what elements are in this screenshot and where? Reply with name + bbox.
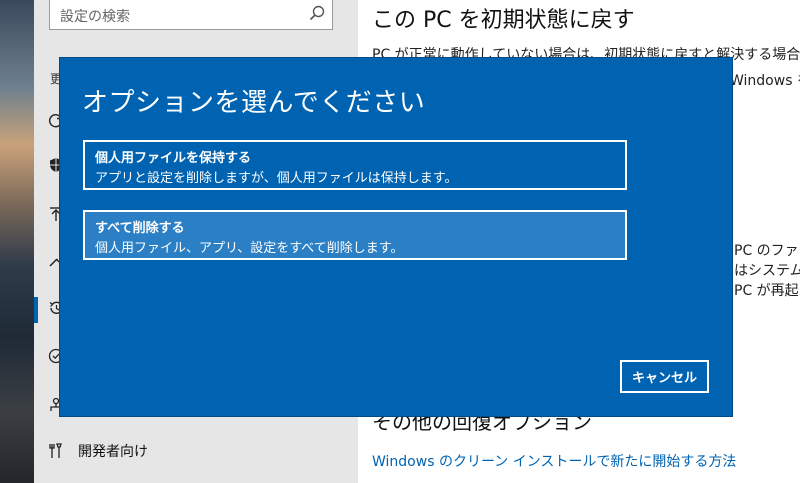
keep-files-option[interactable]: 個人用ファイルを保持する アプリと設定を削除しますが、個人用ファイルは保持します… [83,140,627,190]
search-box[interactable]: 設定の検索 [49,0,333,30]
page-title: この PC を初期状態に戻す [372,8,635,33]
side-text-line-1: PC のファー [734,243,800,259]
reset-options-dialog: オプションを選んでください 個人用ファイルを保持する アプリと設定を削除しますが… [60,58,732,416]
remove-everything-option[interactable]: すべて削除する 個人用ファイル、アプリ、設定をすべて削除します。 [83,210,627,260]
search-icon[interactable] [308,4,326,22]
tools-icon [49,443,62,458]
side-text-line-3: PC が再起 [734,283,799,299]
clean-install-link[interactable]: Windows のクリーン インストールで新たに開始する方法 [372,451,736,471]
search-input[interactable]: 設定の検索 [60,6,130,26]
option-description: アプリと設定を削除しますが、個人用ファイルは保持します。 [95,171,458,186]
nav-item-developer-label: 開発者向け [78,444,148,460]
desktop-wallpaper [0,0,34,483]
option-title: 個人用ファイルを保持する [95,151,252,166]
option-description: 個人用ファイル、アプリ、設定をすべて削除します。 [95,241,404,256]
option-title: すべて削除する [95,221,185,236]
nav-item-developer[interactable]: 開発者向け [48,439,148,463]
nav-active-indicator [34,297,38,323]
dialog-title: オプションを選んでください [82,88,426,118]
cancel-button[interactable]: キャンセル [620,360,709,393]
side-text-line-2: はシステム イ [734,263,800,279]
page-description-tail: Windows を [730,73,800,89]
